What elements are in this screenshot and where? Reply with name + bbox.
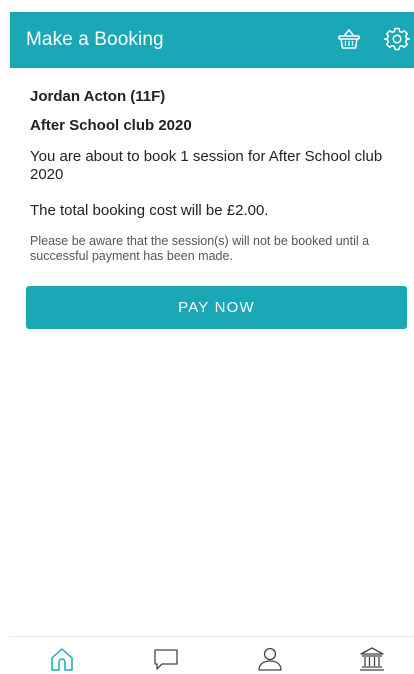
booking-screen: Make a Booking Jordan Acton (11F) After … — [10, 12, 414, 674]
club-name: After School club 2020 — [30, 117, 192, 134]
student-name: Jordan Acton (11F) — [30, 88, 166, 105]
pay-now-button[interactable]: PAY NOW — [26, 286, 407, 329]
session-message: You are about to book 1 session for Afte… — [30, 148, 383, 183]
bank-icon[interactable] — [358, 645, 386, 673]
home-icon[interactable] — [48, 645, 76, 673]
basket-icon[interactable] — [336, 26, 362, 52]
bottom-nav — [10, 636, 414, 674]
page-title: Make a Booking — [26, 29, 164, 50]
app-bar: Make a Booking — [10, 12, 414, 68]
payment-notice: Please be aware that the session(s) will… — [30, 234, 370, 263]
profile-icon[interactable] — [256, 645, 284, 673]
cost-message: The total booking cost will be £2.00. — [30, 202, 269, 219]
gear-icon[interactable] — [384, 26, 410, 52]
messages-icon[interactable] — [152, 645, 180, 673]
